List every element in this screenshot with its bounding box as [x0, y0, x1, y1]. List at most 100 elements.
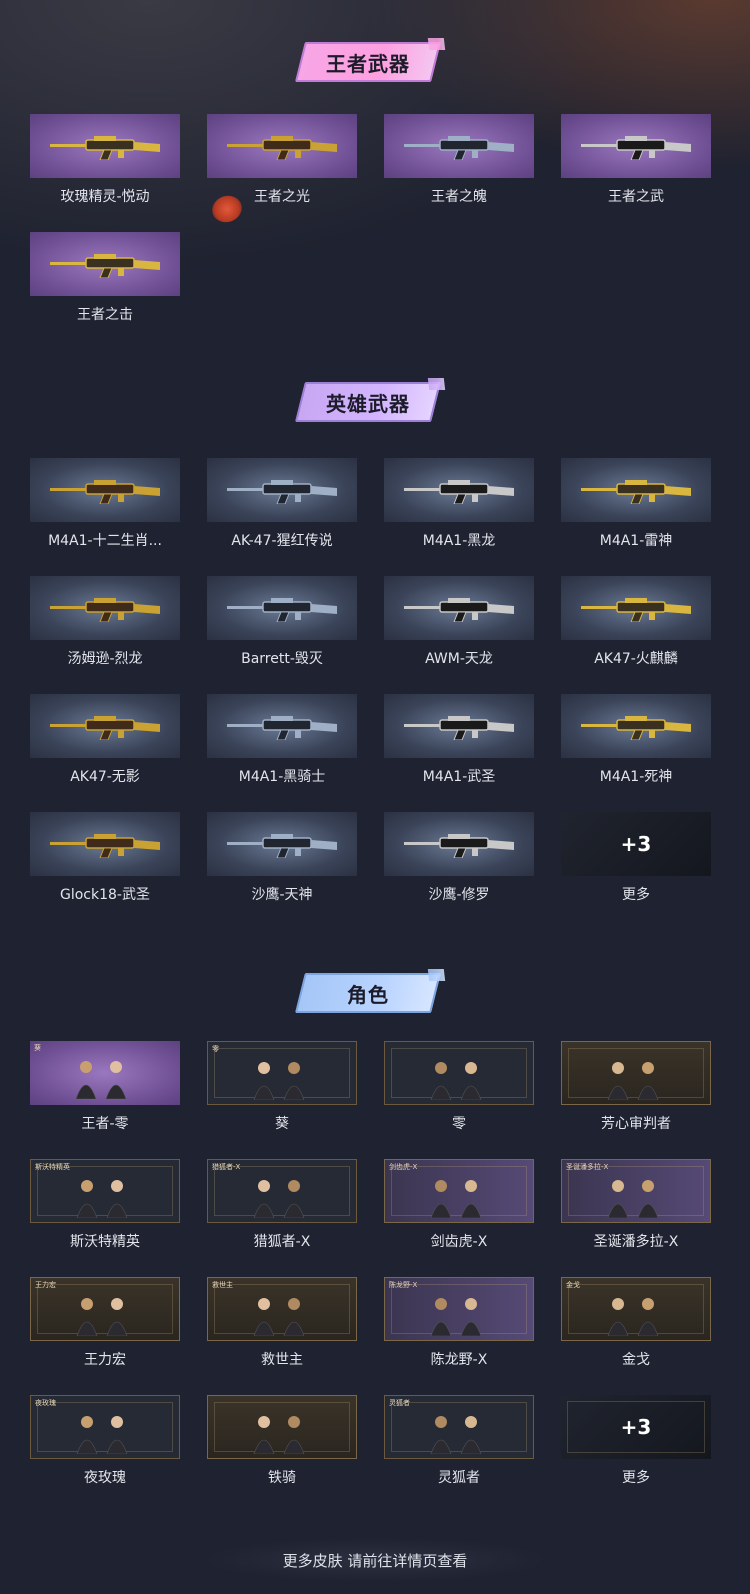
- roles-item-card[interactable]: 剑齿虎-X 剑齿虎-X: [384, 1159, 534, 1259]
- item-thumbnail[interactable]: [207, 576, 357, 640]
- item-thumbnail[interactable]: [384, 812, 534, 876]
- roles-item-card[interactable]: 救世主 救世主: [207, 1277, 357, 1377]
- weapon-icon: [50, 136, 160, 160]
- item-thumbnail[interactable]: [561, 1041, 711, 1105]
- item-thumbnail[interactable]: [207, 1395, 357, 1459]
- item-thumbnail[interactable]: 灵狐者: [384, 1395, 534, 1459]
- item-thumbnail[interactable]: [561, 576, 711, 640]
- thumb-caption: 金戈: [566, 1281, 580, 1289]
- item-thumbnail[interactable]: [384, 114, 534, 178]
- roles-item-card[interactable]: 夜玫瑰 夜玫瑰: [30, 1395, 180, 1495]
- item-thumbnail[interactable]: [30, 458, 180, 522]
- roles-item-card[interactable]: 零葵: [207, 1041, 357, 1141]
- item-thumbnail[interactable]: [384, 576, 534, 640]
- thumb-caption: 圣诞潘多拉-X: [566, 1163, 609, 1171]
- hero-item-card[interactable]: +3 更多: [561, 812, 711, 912]
- item-name: 更多: [622, 1470, 650, 1486]
- item-name: 沙鹰-天神: [251, 887, 313, 903]
- item-thumbnail[interactable]: [30, 114, 180, 178]
- weapon-icon: [581, 480, 691, 504]
- item-name: 斯沃特精英: [70, 1234, 140, 1250]
- item-thumbnail[interactable]: [561, 458, 711, 522]
- character-figures-icon: [430, 1298, 482, 1336]
- item-thumbnail[interactable]: 金戈: [561, 1277, 711, 1341]
- item-thumbnail[interactable]: [30, 232, 180, 296]
- item-thumbnail[interactable]: [561, 694, 711, 758]
- item-thumbnail[interactable]: [384, 694, 534, 758]
- item-thumbnail[interactable]: 圣诞潘多拉-X: [561, 1159, 711, 1223]
- footer-note[interactable]: 更多皮肤 请前往详情页查看: [210, 1539, 540, 1581]
- royal-item-card[interactable]: 王者之击: [30, 232, 180, 332]
- hero-item-card[interactable]: Glock18-武圣: [30, 812, 180, 912]
- section-title-text: 角色: [347, 982, 389, 1007]
- item-thumbnail[interactable]: 葵: [30, 1041, 180, 1105]
- item-thumbnail[interactable]: [207, 812, 357, 876]
- item-thumbnail[interactable]: 猎狐者-X: [207, 1159, 357, 1223]
- item-name: AK-47-猩红传说: [231, 533, 333, 549]
- thumb-caption: 陈龙野-X: [389, 1281, 418, 1289]
- item-thumbnail[interactable]: 夜玫瑰: [30, 1395, 180, 1459]
- roles-item-card[interactable]: 王力宏 王力宏: [30, 1277, 180, 1377]
- hero-item-card[interactable]: AK47-火麒麟: [561, 576, 711, 676]
- roles-item-card[interactable]: 金戈 金戈: [561, 1277, 711, 1377]
- item-thumbnail[interactable]: [207, 694, 357, 758]
- item-thumbnail[interactable]: 斯沃特精英: [30, 1159, 180, 1223]
- item-thumbnail[interactable]: 陈龙野-X: [384, 1277, 534, 1341]
- thumb-caption: 剑齿虎-X: [389, 1163, 418, 1171]
- thumb-caption: 葵: [34, 1044, 41, 1052]
- item-thumbnail[interactable]: +3: [561, 1395, 711, 1459]
- weapon-icon: [227, 716, 337, 740]
- weapon-icon: [404, 834, 514, 858]
- royal-item-card[interactable]: 王者之魄: [384, 114, 534, 214]
- item-thumbnail[interactable]: 零: [207, 1041, 357, 1105]
- hero-item-card[interactable]: M4A1-十二生肖...: [30, 458, 180, 558]
- section-title-hero-weapons: 英雄武器: [295, 382, 441, 422]
- roles-item-card[interactable]: 零: [384, 1041, 534, 1141]
- item-thumbnail[interactable]: [207, 114, 357, 178]
- hero-item-card[interactable]: 沙鹰-天神: [207, 812, 357, 912]
- item-thumbnail[interactable]: [384, 1041, 534, 1105]
- roles-item-card[interactable]: 灵狐者 灵狐者: [384, 1395, 534, 1495]
- item-thumbnail[interactable]: 王力宏: [30, 1277, 180, 1341]
- item-thumbnail[interactable]: 救世主: [207, 1277, 357, 1341]
- item-thumbnail[interactable]: [207, 458, 357, 522]
- hero-item-card[interactable]: M4A1-雷神: [561, 458, 711, 558]
- hero-item-card[interactable]: 沙鹰-修罗: [384, 812, 534, 912]
- item-thumbnail[interactable]: [30, 576, 180, 640]
- hero-item-card[interactable]: 汤姆逊-烈龙: [30, 576, 180, 676]
- roles-item-card[interactable]: 陈龙野-X 陈龙野-X: [384, 1277, 534, 1377]
- hero-item-card[interactable]: AK-47-猩红传说: [207, 458, 357, 558]
- section-title-text: 王者武器: [326, 51, 410, 76]
- item-name: 王者之光: [254, 189, 310, 205]
- roles-item-card[interactable]: 葵王者-零: [30, 1041, 180, 1141]
- hero-item-card[interactable]: M4A1-黑龙: [384, 458, 534, 558]
- hero-item-card[interactable]: M4A1-黑骑士: [207, 694, 357, 794]
- roles-item-card[interactable]: 圣诞潘多拉-X 圣诞潘多拉-X: [561, 1159, 711, 1259]
- roles-item-card[interactable]: 铁骑: [207, 1395, 357, 1495]
- hero-item-card[interactable]: Barrett-毁灭: [207, 576, 357, 676]
- hero-item-card[interactable]: M4A1-武圣: [384, 694, 534, 794]
- hero-item-card[interactable]: AWM-天龙: [384, 576, 534, 676]
- roles-item-card[interactable]: 芳心审判者: [561, 1041, 711, 1141]
- roles-item-card[interactable]: 猎狐者-X 猎狐者-X: [207, 1159, 357, 1259]
- hero-item-card[interactable]: AK47-无影: [30, 694, 180, 794]
- roles-item-card[interactable]: 斯沃特精英 斯沃特精英: [30, 1159, 180, 1259]
- royal-item-card[interactable]: 王者之光: [207, 114, 357, 214]
- character-figures-icon: [607, 1062, 659, 1100]
- character-figures-icon: [607, 1180, 659, 1218]
- hero-item-card[interactable]: M4A1-死神: [561, 694, 711, 794]
- item-thumbnail[interactable]: [30, 694, 180, 758]
- weapon-icon: [50, 254, 160, 278]
- item-thumbnail[interactable]: +3: [561, 812, 711, 876]
- royal-item-card[interactable]: 玫瑰精灵-悦动: [30, 114, 180, 214]
- royal-item-card[interactable]: 王者之武: [561, 114, 711, 214]
- weapon-icon: [50, 480, 160, 504]
- item-thumbnail[interactable]: [561, 114, 711, 178]
- item-thumbnail[interactable]: [30, 812, 180, 876]
- item-thumbnail[interactable]: 剑齿虎-X: [384, 1159, 534, 1223]
- roles-item-card[interactable]: +3 更多: [561, 1395, 711, 1495]
- thumb-caption: 夜玫瑰: [35, 1399, 56, 1407]
- item-thumbnail[interactable]: [384, 458, 534, 522]
- section-title-roles: 角色: [295, 973, 441, 1013]
- item-name: M4A1-黑龙: [422, 533, 496, 549]
